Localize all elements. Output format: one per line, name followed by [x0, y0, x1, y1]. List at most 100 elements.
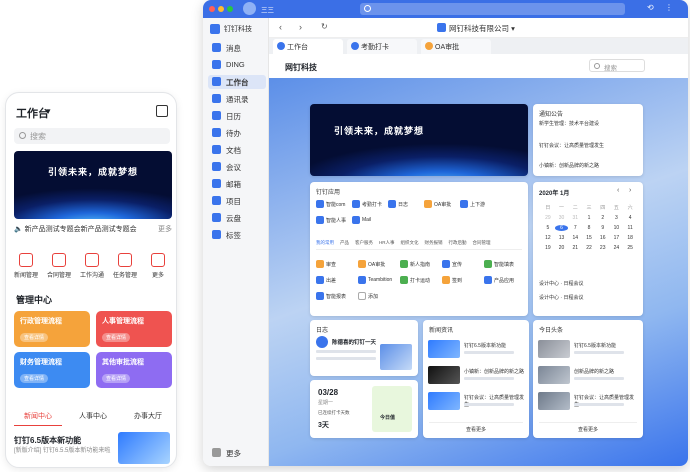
headline-item[interactable]: 创新品牌的新之路 — [538, 366, 638, 386]
maximize-button[interactable] — [227, 6, 233, 12]
calendar-day[interactable]: 19 — [541, 245, 555, 251]
calendar-day[interactable]: 4 — [623, 215, 637, 221]
app-item[interactable]: OA审批 — [424, 198, 460, 214]
sidebar-item-messages[interactable]: 消息 — [208, 41, 266, 55]
calendar-day[interactable]: 16 — [596, 235, 610, 241]
tab-service[interactable]: 办事大厅 — [124, 411, 172, 426]
add-app-button[interactable]: 添加 — [358, 290, 400, 306]
category-tab[interactable]: 财务报销 — [425, 240, 443, 249]
minimize-button[interactable] — [218, 6, 224, 12]
banner[interactable]: 引领未来，成就梦想 — [14, 151, 172, 219]
app-item[interactable]: 智能填表 — [484, 258, 526, 274]
calendar-day[interactable]: 24 — [610, 245, 624, 251]
card-button[interactable]: 查看详情 — [20, 374, 49, 383]
calendar-day[interactable]: 13 — [555, 235, 569, 241]
calendar-day[interactable]: 30 — [555, 215, 569, 221]
sidebar-item-mail[interactable]: 邮箱 — [208, 177, 266, 191]
headline-item[interactable]: 钉钉会议：让高质量管理发生 — [538, 392, 638, 412]
card-admin[interactable]: 行政管理流程 查看详情 — [14, 311, 90, 347]
calendar-day[interactable]: 23 — [596, 245, 610, 251]
calendar-day[interactable]: 25 — [623, 245, 637, 251]
calendar-event[interactable]: 设计中心 · 日程会议 — [539, 280, 583, 287]
app-item[interactable]: 日志 — [388, 198, 424, 214]
sidebar-item-tags[interactable]: 标签 — [208, 228, 266, 242]
settings-icon[interactable]: ⋮ — [665, 3, 673, 12]
category-tab[interactable]: 组织文化 — [401, 240, 419, 249]
notice-item[interactable]: 小镇新：创新品牌的新之路 — [539, 162, 599, 169]
calendar-day[interactable]: 10 — [610, 225, 624, 231]
tool-chat[interactable]: 工作沟通 — [78, 253, 106, 279]
sidebar-item-workbench[interactable]: 工作台 — [208, 75, 266, 89]
calendar-day[interactable]: 1 — [582, 215, 596, 221]
calendar-day[interactable]: 22 — [582, 245, 596, 251]
card-button[interactable]: 查看详情 — [102, 333, 131, 342]
calendar-event[interactable]: 设计中心 · 日程会议 — [539, 294, 583, 301]
app-item[interactable]: 新人指南 — [400, 258, 442, 274]
app-item[interactable]: 产品应用 — [484, 274, 526, 290]
banner[interactable]: 引领未来，成就梦想 — [310, 104, 528, 176]
category-tab[interactable]: 产品 — [340, 240, 349, 249]
news-thumbnail[interactable] — [118, 432, 170, 464]
tool-task[interactable]: 任务管理 — [111, 253, 139, 279]
calendar-day[interactable]: 8 — [582, 225, 596, 231]
calendar-day[interactable]: 6 — [554, 225, 569, 231]
app-item[interactable]: 考勤打卡 — [352, 198, 388, 214]
calendar-day[interactable]: 12 — [541, 235, 555, 241]
notice-item[interactable]: 新学生管理：技术平台建设 — [539, 120, 599, 127]
calendar-day[interactable]: 31 — [568, 215, 582, 221]
app-item[interactable]: 智能com — [316, 198, 352, 214]
sidebar-item-drive[interactable]: 云盘 — [208, 211, 266, 225]
calendar-day[interactable]: 17 — [610, 235, 624, 241]
app-item[interactable]: 上下游 — [460, 198, 496, 214]
close-window-button[interactable] — [209, 6, 215, 12]
refresh-icon[interactable]: ↻ — [321, 22, 328, 31]
app-item[interactable]: Teambition — [358, 274, 400, 290]
calendar-day[interactable]: 2 — [596, 215, 610, 221]
category-tab[interactable]: 行政后勤 — [449, 240, 467, 249]
sidebar-item-docs[interactable]: 文档 — [208, 143, 266, 157]
today-sticker[interactable]: 今日值 — [372, 386, 412, 432]
category-tab[interactable]: HR人事 — [379, 240, 395, 249]
tab-hr[interactable]: 人事中心 — [69, 411, 117, 426]
app-item[interactable]: 审查 — [316, 258, 358, 274]
tab-workbench[interactable]: 工作台 — [273, 39, 343, 54]
calendar-day[interactable]: 11 — [623, 225, 637, 231]
calendar-day[interactable]: 29 — [541, 215, 555, 221]
org-switcher[interactable]: 网钉科技有限公司 ▾ — [437, 23, 515, 34]
log-title[interactable]: 陈德喜的钉钉一天 — [332, 338, 376, 346]
sidebar-item-meeting[interactable]: 会议 — [208, 160, 266, 174]
app-item[interactable]: Mail — [352, 214, 388, 230]
news-item[interactable]: 钉钉6.5版本新功能 — [428, 340, 524, 360]
sidebar-item-contacts[interactable]: 通讯录 — [208, 92, 266, 106]
app-item[interactable]: 打卡运动 — [400, 274, 442, 290]
sidebar-item-calendar[interactable]: 日历 — [208, 109, 266, 123]
card-finance[interactable]: 财务管理流程 查看详情 — [14, 352, 90, 388]
chevron-down-icon[interactable]: ▾ — [46, 106, 51, 117]
notice-item[interactable]: 钉钉会议：让高质量管理发生 — [539, 142, 604, 149]
forward-icon[interactable]: › — [299, 22, 302, 32]
app-item[interactable]: 智能人事 — [316, 214, 352, 230]
news-item[interactable]: 小镇新：创新品牌的新之路 — [428, 366, 524, 386]
headline-item[interactable]: 钉钉6.5版本新功能 — [538, 340, 638, 360]
workbench-search-input[interactable]: 搜索 — [589, 59, 645, 72]
tool-more[interactable]: 更多 — [144, 253, 172, 279]
search-input[interactable]: 搜索 — [14, 128, 170, 144]
sidebar-item-project[interactable]: 项目 — [208, 194, 266, 208]
app-item[interactable]: OA审批 — [358, 258, 400, 274]
news-more-button[interactable]: 查看更多 — [429, 422, 523, 433]
tool-news[interactable]: 新闻管理 — [12, 253, 40, 279]
calendar-day[interactable]: 14 — [568, 235, 582, 241]
tab-oa[interactable]: OA审批 — [421, 39, 491, 54]
calendar-day[interactable]: 20 — [555, 245, 569, 251]
sidebar-item-ding[interactable]: DING — [208, 58, 266, 72]
tab-attendance[interactable]: 考勤打卡 — [347, 39, 417, 54]
card-other[interactable]: 其他审批流程 查看详情 — [96, 352, 172, 388]
headlines-more-button[interactable]: 查看更多 — [539, 422, 637, 433]
notice-bar[interactable]: 🔈 新产品测试专题会新产品测试专题会 更多 — [14, 224, 172, 234]
sidebar-item-todo[interactable]: 待办 — [208, 126, 266, 140]
prev-month-icon[interactable]: ‹ — [617, 187, 619, 194]
next-month-icon[interactable]: › — [629, 187, 631, 194]
app-item[interactable]: 出差 — [316, 274, 358, 290]
avatar[interactable] — [243, 2, 256, 15]
app-brand[interactable]: 钉钉科技 — [208, 24, 266, 36]
